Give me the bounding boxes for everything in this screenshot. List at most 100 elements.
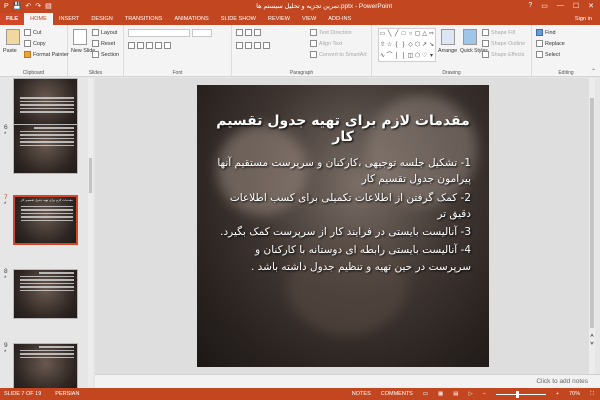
align-text-button[interactable]: Align Text (310, 40, 342, 47)
tab-design[interactable]: DESIGN (85, 13, 118, 25)
text-direction-button[interactable]: Text Direction (310, 29, 352, 36)
normal-view-icon[interactable]: ▭ (423, 391, 428, 397)
brace-shape-icon[interactable]: { (393, 40, 400, 51)
ribbon-display-icon[interactable]: ▭ (541, 2, 548, 10)
arc-shape-icon[interactable]: ⌒ (386, 51, 393, 62)
more-shapes-icon[interactable]: ▾ (428, 51, 435, 62)
pen-icon (482, 40, 489, 47)
tab-add-ins[interactable]: ADD-INS (322, 13, 357, 25)
paste-button[interactable]: Paste (3, 48, 17, 54)
callout-shape-icon[interactable]: ◇ (407, 40, 414, 51)
line-shape-icon[interactable]: ╲ (386, 29, 393, 40)
oval-shape-icon[interactable]: ○ (407, 29, 414, 40)
comments-toggle[interactable]: COMMENTS (381, 391, 413, 397)
language-indicator[interactable]: PERSIAN (55, 391, 79, 397)
rounded-rect-shape-icon[interactable]: ▢ (414, 29, 421, 40)
align-buttons[interactable] (236, 42, 270, 49)
cube-shape-icon[interactable]: ◫ (407, 51, 414, 62)
thumbnail-image[interactable] (13, 269, 78, 319)
arrange-button[interactable]: Arrange (438, 48, 457, 54)
cut-button[interactable]: Cut (24, 29, 41, 36)
font-style-buttons[interactable] (128, 42, 171, 49)
thumbnail-image[interactable] (13, 124, 78, 174)
line-shape-icon[interactable]: ╱ (393, 29, 400, 40)
shape-fill-button[interactable]: Shape Fill (482, 29, 515, 36)
paste-icon (6, 29, 20, 45)
reset-button[interactable]: Reset (92, 40, 115, 47)
next-slide-icon[interactable]: ⮟ (589, 341, 595, 347)
tab-slide-show[interactable]: SLIDE SHOW (215, 13, 262, 25)
slideshow-view-icon[interactable]: ▷ (468, 391, 472, 397)
tab-insert[interactable]: INSERT (53, 13, 85, 25)
format-painter-button[interactable]: Format Painter (24, 51, 69, 58)
hexagon-shape-icon[interactable]: ⬡ (414, 40, 421, 51)
editor-scroll-thumb[interactable] (590, 98, 594, 328)
curve-shape-icon[interactable]: ∿ (379, 51, 386, 62)
minimize-icon[interactable]: — (557, 2, 564, 10)
bracket-shape-icon[interactable]: ] (400, 51, 407, 62)
tab-home[interactable]: HOME (24, 13, 53, 25)
tab-view[interactable]: VIEW (296, 13, 322, 25)
fit-slide-icon[interactable]: ⛶ (590, 391, 594, 398)
zoom-slider-thumb[interactable] (515, 390, 519, 398)
brace-shape-icon[interactable]: } (400, 40, 407, 51)
current-slide[interactable]: مقدمات لازم براى تهيه جدول تقسيم كار 1- … (197, 85, 489, 367)
arrow-shape-icon[interactable]: ↘ (428, 40, 435, 51)
thumbnail-image[interactable] (13, 78, 78, 128)
zoom-out-icon[interactable]: − (483, 391, 486, 397)
arrow-shape-icon[interactable]: ⇨ (428, 29, 435, 40)
tab-transitions[interactable]: TRANSITIONS (119, 13, 169, 25)
bracket-shape-icon[interactable]: [ (393, 51, 400, 62)
rectangle-shape-icon[interactable]: □ (400, 29, 407, 40)
thumb-text-line (20, 286, 74, 288)
triangle-shape-icon[interactable]: △ (421, 29, 428, 40)
maximize-icon[interactable]: ☐ (573, 2, 579, 10)
convert-smartart-button[interactable]: Convert to SmartArt (310, 51, 367, 58)
thumbnails-scrollbar[interactable] (88, 78, 93, 388)
thumbnail-image[interactable] (13, 343, 78, 388)
zoom-in-icon[interactable]: + (556, 391, 559, 397)
shape-effects-button[interactable]: Shape Effects (482, 51, 524, 58)
collapse-ribbon-icon[interactable]: ⌃ (591, 68, 596, 75)
undo-icon[interactable]: ↶ (25, 2, 31, 10)
font-size-dropdown[interactable] (192, 29, 212, 37)
layout-button[interactable]: Layout (92, 29, 117, 36)
thumbnail-image-selected[interactable]: مقدمات لازم براى تهيه جدول تقسيم كار (13, 195, 78, 245)
tab-file[interactable]: FILE (0, 13, 25, 25)
reading-view-icon[interactable]: ▤ (453, 391, 458, 397)
section-button[interactable]: Section (92, 51, 119, 58)
shape-outline-button[interactable]: Shape Outline (482, 40, 525, 47)
zoom-slider[interactable] (495, 390, 546, 398)
slide-sorter-icon[interactable]: ▦ (438, 391, 443, 397)
redo-icon[interactable]: ↷ (35, 2, 41, 10)
heart-shape-icon[interactable]: ♡ (421, 51, 428, 62)
select-button[interactable]: Select (536, 51, 560, 58)
thumb-text-line (20, 289, 74, 291)
notes-toggle[interactable]: NOTES (352, 391, 371, 397)
copy-button[interactable]: Copy (24, 40, 46, 47)
text-box-shape-icon[interactable]: ▭ (379, 29, 386, 40)
slide-title[interactable]: مقدمات لازم براى تهيه جدول تقسيم كار (207, 113, 479, 145)
editor-scrollbar[interactable]: ⮝ ⮟ (589, 78, 595, 374)
font-name-dropdown[interactable] (128, 29, 190, 37)
star-shape-icon[interactable]: ☆ (386, 40, 393, 51)
arrow-shape-icon[interactable]: ↗ (421, 40, 428, 51)
list-buttons[interactable] (236, 29, 261, 36)
slide-body[interactable]: 1- تشكيل جلسه توجيهى ،كاركنان و سرپرست م… (211, 155, 471, 277)
save-icon[interactable]: 💾 (13, 2, 22, 10)
tab-review[interactable]: REVIEW (262, 13, 296, 25)
arrow-shape-icon[interactable]: ⇧ (379, 40, 386, 51)
zoom-level[interactable]: 70% (569, 391, 580, 397)
thumbnails-scroll-thumb[interactable] (89, 158, 92, 193)
notes-pane[interactable]: Click to add notes (95, 374, 600, 388)
replace-button[interactable]: Replace (536, 40, 565, 47)
shapes-gallery[interactable]: ▭ ╲ ╱ □ ○ ▢ △ ⇨ ⇧ ☆{} ◇ ⬡ ↗ ↘ ∿ ⌒[] ◫ ⬠ ♡ ▾ (378, 28, 436, 62)
start-slideshow-icon[interactable]: ▤ (45, 2, 52, 10)
help-icon[interactable]: ? (528, 2, 532, 10)
find-button[interactable]: Find (536, 29, 556, 36)
pentagon-shape-icon[interactable]: ⬠ (414, 51, 421, 62)
tab-animations[interactable]: ANIMATIONS (168, 13, 214, 25)
previous-slide-icon[interactable]: ⮝ (589, 333, 595, 339)
sign-in-link[interactable]: Sign in (575, 13, 600, 25)
close-icon[interactable]: ✕ (588, 2, 594, 10)
